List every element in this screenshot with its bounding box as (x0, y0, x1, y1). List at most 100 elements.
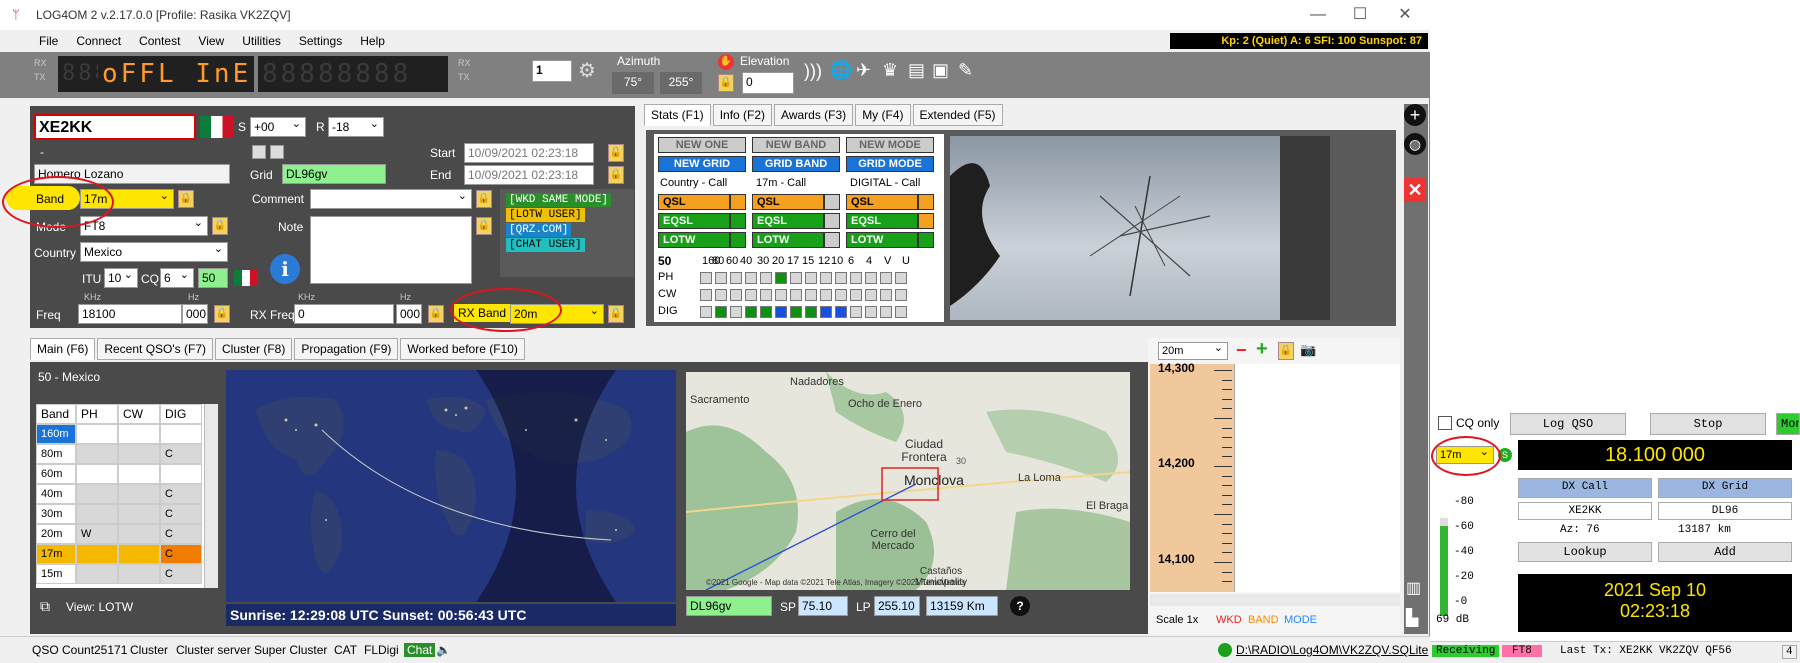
rxband-lock-icon[interactable]: 🔒 (608, 305, 624, 323)
bandmap-band-select[interactable]: 20m (1158, 342, 1228, 360)
freq-khz-input[interactable]: 18100 (78, 304, 182, 324)
start-time-input[interactable]: 10/09/2021 02:23:18 (464, 143, 594, 163)
lock-icon[interactable]: 🔒 (718, 74, 734, 92)
elevation-input[interactable]: 0 (742, 72, 794, 94)
tab-cluster[interactable]: Cluster (F8) (215, 338, 293, 360)
grid-input[interactable]: DL96gv (282, 164, 386, 184)
band-table-cell[interactable] (76, 544, 118, 564)
bandmap-camera-icon[interactable]: 📷 (1300, 342, 1316, 358)
tab-awards[interactable]: Awards (F3) (774, 104, 854, 126)
band-lock-icon[interactable]: 🔒 (178, 190, 194, 208)
dx-call-value[interactable]: XE2KK (1518, 502, 1652, 520)
toggle-1[interactable] (252, 145, 266, 159)
tab-propagation[interactable]: Propagation (F9) (294, 338, 399, 360)
stop-rotator-icon[interactable]: ✋ (718, 54, 734, 70)
rxfreq-hz-input[interactable]: 000 (396, 304, 422, 324)
band-table-cell[interactable]: 60m (36, 464, 76, 484)
band-table-cell[interactable]: C (160, 564, 202, 584)
monitor-button[interactable]: Moni (1776, 413, 1800, 435)
band-table-cell[interactable]: 30m (36, 504, 76, 524)
note-textarea[interactable] (310, 216, 472, 284)
comment-lock-icon[interactable]: 🔒 (476, 190, 492, 208)
status-super-cluster[interactable]: Super Cluster (254, 643, 327, 657)
tab-main[interactable]: Main (F6) (30, 338, 96, 360)
globe-side-icon[interactable]: ◍ (1404, 133, 1426, 155)
help-icon[interactable]: ? (1010, 596, 1030, 616)
band-table-cell[interactable] (118, 544, 160, 564)
menu-file[interactable]: File (30, 34, 67, 48)
mode-lock-icon[interactable]: 🔒 (212, 217, 228, 235)
bandmap-scale-label[interactable]: Scale 1x (1156, 614, 1198, 626)
bandmap-lock-icon[interactable]: 🔒 (1278, 342, 1294, 360)
menu-utilities[interactable]: Utilities (233, 34, 290, 48)
minimize-button[interactable]: — (1306, 4, 1330, 26)
status-cat[interactable]: CAT (334, 643, 357, 657)
freq-lock-icon[interactable]: 🔒 (214, 305, 230, 323)
tab-info[interactable]: Info (F2) (712, 104, 773, 126)
band-table-cell[interactable]: C (160, 544, 202, 564)
band-table-cell[interactable] (118, 484, 160, 504)
tab-recent-qsos[interactable]: Recent QSO's (F7) (97, 338, 213, 360)
menu-view[interactable]: View (189, 34, 233, 48)
rss-icon[interactable]: ))) (804, 61, 822, 82)
menu-help[interactable]: Help (351, 34, 394, 48)
database-path[interactable]: D:\RADIO\Log4OM\VK2ZQV.SQLite (1236, 643, 1428, 657)
gear-icon[interactable]: ⚙ (578, 58, 596, 83)
chart-icon[interactable]: ▙ (1406, 608, 1418, 628)
status-fldigi[interactable]: FLDigi (364, 643, 399, 657)
rxfreq-khz-input[interactable]: 0 (294, 304, 394, 324)
speaker-icon[interactable]: 🔈 (436, 643, 451, 657)
tab-extended[interactable]: Extended (F5) (912, 104, 1003, 126)
band-table-cell[interactable]: 20m (36, 524, 76, 544)
toggle-2[interactable] (270, 145, 284, 159)
add-icon[interactable]: + (1404, 104, 1426, 126)
freq-hz-input[interactable]: 000 (182, 304, 208, 324)
close-button[interactable]: ✕ (1393, 4, 1417, 26)
lookup-button[interactable]: Lookup (1518, 542, 1652, 562)
callsign-input[interactable]: XE2KK (34, 114, 196, 140)
band-table-cell[interactable]: C (160, 444, 202, 464)
pen-icon[interactable]: ✎ (958, 60, 973, 81)
band-table-cell[interactable]: C (160, 524, 202, 544)
dx-grid-value[interactable]: DL96 (1658, 502, 1792, 520)
band-table-cell[interactable] (118, 464, 160, 484)
band-table-cell[interactable] (118, 504, 160, 524)
band-table-cell[interactable]: 40m (36, 484, 76, 504)
band-table-cell[interactable]: 17m (36, 544, 76, 564)
note-lock-icon[interactable]: 🔒 (476, 217, 492, 235)
stop-button[interactable]: Stop (1650, 413, 1766, 435)
band-table-cell[interactable] (76, 504, 118, 524)
info-icon[interactable]: i (270, 254, 300, 284)
rst-sent-select[interactable]: +00 (250, 117, 306, 137)
clear-icon[interactable]: ✕ (1404, 178, 1426, 202)
band-table-cell[interactable]: 160m (36, 424, 76, 444)
radio-number-spinner[interactable]: 1 (532, 60, 572, 82)
comment-input[interactable] (310, 189, 472, 209)
crown-icon[interactable]: ♛ (882, 60, 898, 81)
band-table-cell[interactable] (118, 524, 160, 544)
menu-contest[interactable]: Contest (130, 34, 189, 48)
band-table-cell[interactable]: 80m (36, 444, 76, 464)
maximize-button[interactable]: ☐ (1348, 4, 1372, 26)
tab-stats[interactable]: Stats (F1) (644, 104, 711, 126)
band-table-cell[interactable] (76, 484, 118, 504)
band-table-cell[interactable] (160, 424, 202, 444)
band-table-scrollbar[interactable] (204, 404, 218, 588)
band-table-cell[interactable] (76, 424, 118, 444)
band-table-cell[interactable] (160, 464, 202, 484)
band-table-cell[interactable]: C (160, 484, 202, 504)
zoom-in-icon[interactable]: + (1256, 338, 1268, 361)
tab-worked-before[interactable]: Worked before (F10) (400, 338, 525, 360)
radio-icon[interactable]: ▣ (932, 60, 949, 81)
band-table-cell[interactable]: C (160, 504, 202, 524)
band-table-cell[interactable] (118, 424, 160, 444)
add-button[interactable]: Add (1658, 542, 1792, 562)
rst-rcvd-select[interactable]: -18 (328, 117, 384, 137)
log-qso-button[interactable]: Log QSO (1510, 413, 1626, 435)
band-table-cell[interactable] (76, 464, 118, 484)
panel-icon[interactable]: ▥ (1406, 578, 1421, 598)
band-table-cell[interactable] (118, 564, 160, 584)
country-select[interactable]: Mexico (80, 242, 228, 262)
menu-connect[interactable]: Connect (67, 34, 130, 48)
bandmap-hscroll[interactable] (1150, 594, 1400, 606)
